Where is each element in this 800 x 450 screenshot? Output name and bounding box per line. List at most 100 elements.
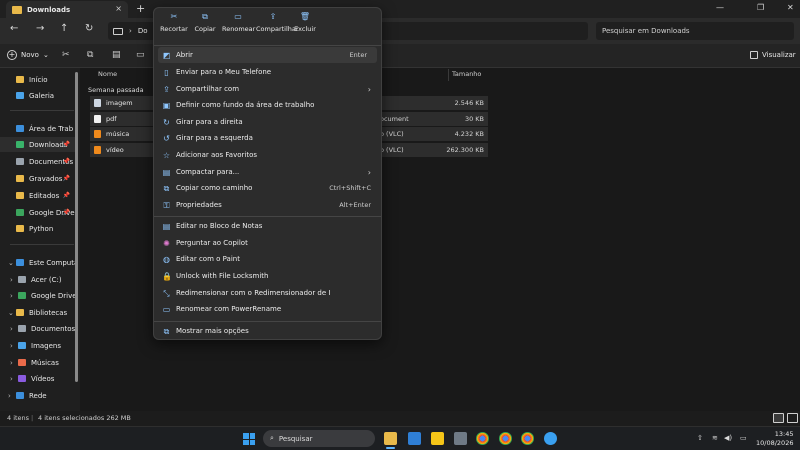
chrome-icon[interactable] <box>499 432 512 445</box>
maximize-button[interactable]: ❐ <box>757 3 764 12</box>
menu-item-redimensionar[interactable]: ⤡ Redimensionar com o Redimensionador de… <box>154 285 381 301</box>
file-size: 262.300 KB <box>446 146 484 154</box>
chrome-icon[interactable] <box>521 432 534 445</box>
menu-item-compactar[interactable]: ▤ Compactar para... › <box>154 164 381 180</box>
time: 13:45 <box>774 430 794 438</box>
minimize-button[interactable]: — <box>716 3 724 12</box>
breadcrumb[interactable]: Do <box>138 27 148 35</box>
star-icon: ☆ <box>162 150 171 160</box>
menu-item-file-locksmith[interactable]: 🔒 Unlock with File Locksmith <box>154 268 381 284</box>
menu-item-label: Mostrar mais opções <box>176 327 249 335</box>
sidebar-item-musicas[interactable]: › Músicas <box>0 355 78 370</box>
expand-icon[interactable]: › <box>10 342 18 350</box>
column-header-name[interactable]: Nome <box>98 70 117 78</box>
view-button[interactable]: Visualizar <box>750 51 796 59</box>
tiles-view-icon[interactable] <box>787 413 798 423</box>
menu-item-label: Copiar como caminho <box>176 184 253 192</box>
menu-item-definir-fundo[interactable]: ▣ Definir como fundo da área de trabalho <box>154 97 381 113</box>
menu-item-copiar-caminho[interactable]: ⧉ Copiar como caminho Ctrl+Shift+C <box>154 180 381 196</box>
sidebar-scrollbar[interactable] <box>75 72 78 382</box>
menu-item-abrir[interactable]: ◩ Abrir Enter <box>158 47 377 63</box>
tab-downloads[interactable]: Downloads × <box>6 1 128 18</box>
details-view-icon[interactable] <box>773 413 784 423</box>
cut-icon[interactable]: ✂ <box>62 50 70 60</box>
share-button[interactable]: ⇪ Compartilhar <box>256 13 299 34</box>
sidebar-item-documentos[interactable]: Documentos 📌 <box>0 154 78 169</box>
paste-icon[interactable]: ▤ <box>112 50 121 60</box>
wifi-icon[interactable]: ≋ <box>712 434 718 442</box>
app-icon[interactable] <box>544 432 557 445</box>
refresh-button[interactable]: ↻ <box>85 23 93 34</box>
sidebar-item-google-drive[interactable]: Google Drive 📌 <box>0 205 78 220</box>
rename-icon[interactable]: ▭ <box>136 50 145 60</box>
search-input[interactable]: Pesquisar em Downloads <box>596 22 794 40</box>
expand-icon[interactable]: ⌄ <box>8 259 16 267</box>
chrome-icon[interactable] <box>476 432 489 445</box>
column-header-size[interactable]: Tamanho <box>452 70 481 78</box>
copy-button[interactable]: ⧉ Copiar <box>189 13 221 34</box>
chevron-up-icon[interactable]: ⇧ <box>697 434 703 442</box>
clock[interactable]: 13:45 10/08/2026 <box>756 430 793 448</box>
sidebar-item-google-drive-drive[interactable]: › Google Drive ( <box>0 288 78 303</box>
sidebar-item-label: Área de Trab <box>29 124 74 133</box>
menu-item-bloco-notas[interactable]: ▤ Editar no Bloco de Notas <box>154 218 381 234</box>
sidebar-item-label: Galeria <box>29 91 55 100</box>
sidebar-item-editados[interactable]: Editados 📌 <box>0 188 78 203</box>
menu-item-enviar-telefone[interactable]: ▯ Enviar para o Meu Telefone <box>154 64 381 80</box>
sidebar-item-inicio[interactable]: Início <box>0 72 78 87</box>
up-button[interactable]: ↑ <box>60 23 68 34</box>
menu-item-label: Renomear com PowerRename <box>176 305 282 313</box>
forward-button[interactable]: → <box>36 23 44 34</box>
expand-icon[interactable]: › <box>10 325 18 333</box>
calculator-icon[interactable] <box>454 432 467 445</box>
copy-icon[interactable]: ⧉ <box>87 50 93 60</box>
menu-item-compartilhar-com[interactable]: ⇪ Compartilhar com › <box>154 81 381 97</box>
new-tab-button[interactable]: + <box>136 2 145 15</box>
expand-icon[interactable]: › <box>10 375 18 383</box>
expand-icon[interactable]: › <box>8 392 16 400</box>
file-type: ocument <box>380 115 409 123</box>
sidebar-item-galeria[interactable]: Galeria <box>0 88 78 103</box>
column-separator[interactable] <box>448 69 449 81</box>
expand-icon[interactable]: › <box>10 276 18 284</box>
menu-item-girar-esquerda[interactable]: ↺ Girar para a esquerda <box>154 130 381 146</box>
sidebar-item-lib-documentos[interactable]: › Documentos <box>0 321 78 336</box>
start-button[interactable] <box>243 433 255 445</box>
menu-item-propriedades[interactable]: ⚿ Propriedades Alt+Enter <box>154 197 381 213</box>
sidebar-item-rede[interactable]: › Rede <box>0 388 78 403</box>
menu-item-paint[interactable]: ◍ Editar com o Paint <box>154 251 381 267</box>
phone-icon: ▯ <box>164 67 169 77</box>
sidebar-item-imagens[interactable]: › Imagens <box>0 338 78 353</box>
menu-item-powerrename[interactable]: ▭ Renomear com PowerRename <box>154 301 381 317</box>
rename-button[interactable]: ▭ Renomear <box>222 13 255 34</box>
menu-item-copilot[interactable]: ✺ Perguntar ao Copilot <box>154 235 381 251</box>
volume-icon[interactable]: ◀) <box>724 434 732 442</box>
sidebar-item-gravados[interactable]: Gravados 📌 <box>0 171 78 186</box>
sidebar-item-este-computador[interactable]: ⌄ Este Computador <box>0 255 78 270</box>
sidebar-item-acer-c[interactable]: › Acer (C:) <box>0 272 78 287</box>
sidebar-item-python[interactable]: Python <box>0 221 78 236</box>
expand-icon[interactable]: › <box>10 359 18 367</box>
menu-item-mais-opcoes[interactable]: ⧉ Mostrar mais opções <box>154 323 381 339</box>
sidebar-item-desktop[interactable]: Área de Trab <box>0 121 78 136</box>
battery-icon[interactable]: ▭ <box>740 434 747 442</box>
delete-button[interactable]: 🗑 Excluir <box>289 13 321 34</box>
sidebar-item-videos[interactable]: › Vídeos <box>0 371 78 386</box>
sticky-notes-icon[interactable] <box>431 432 444 445</box>
file-explorer-icon[interactable] <box>384 432 397 449</box>
sidebar-item-bibliotecas[interactable]: ⌄ Bibliotecas <box>0 305 78 320</box>
sidebar-item-downloads[interactable]: Downloads 📌 <box>0 137 78 152</box>
menu-item-girar-direita[interactable]: ↻ Girar para a direita <box>154 114 381 130</box>
expand-icon[interactable]: ⌄ <box>8 309 16 317</box>
tab-close-icon[interactable]: × <box>115 4 122 13</box>
new-button[interactable]: + Novo ⌄ <box>7 50 49 60</box>
app-icon[interactable] <box>408 432 421 445</box>
menu-separator <box>154 45 381 46</box>
group-header[interactable]: Semana passada <box>88 86 144 94</box>
menu-item-favoritos[interactable]: ☆ Adicionar aos Favoritos <box>154 147 381 163</box>
cut-button[interactable]: ✂ Recortar <box>158 13 190 34</box>
taskbar-search[interactable]: ⌕ Pesquisar <box>263 430 375 447</box>
expand-icon[interactable]: › <box>10 292 18 300</box>
back-button[interactable]: ← <box>10 23 18 34</box>
close-window-button[interactable]: ✕ <box>787 3 794 12</box>
